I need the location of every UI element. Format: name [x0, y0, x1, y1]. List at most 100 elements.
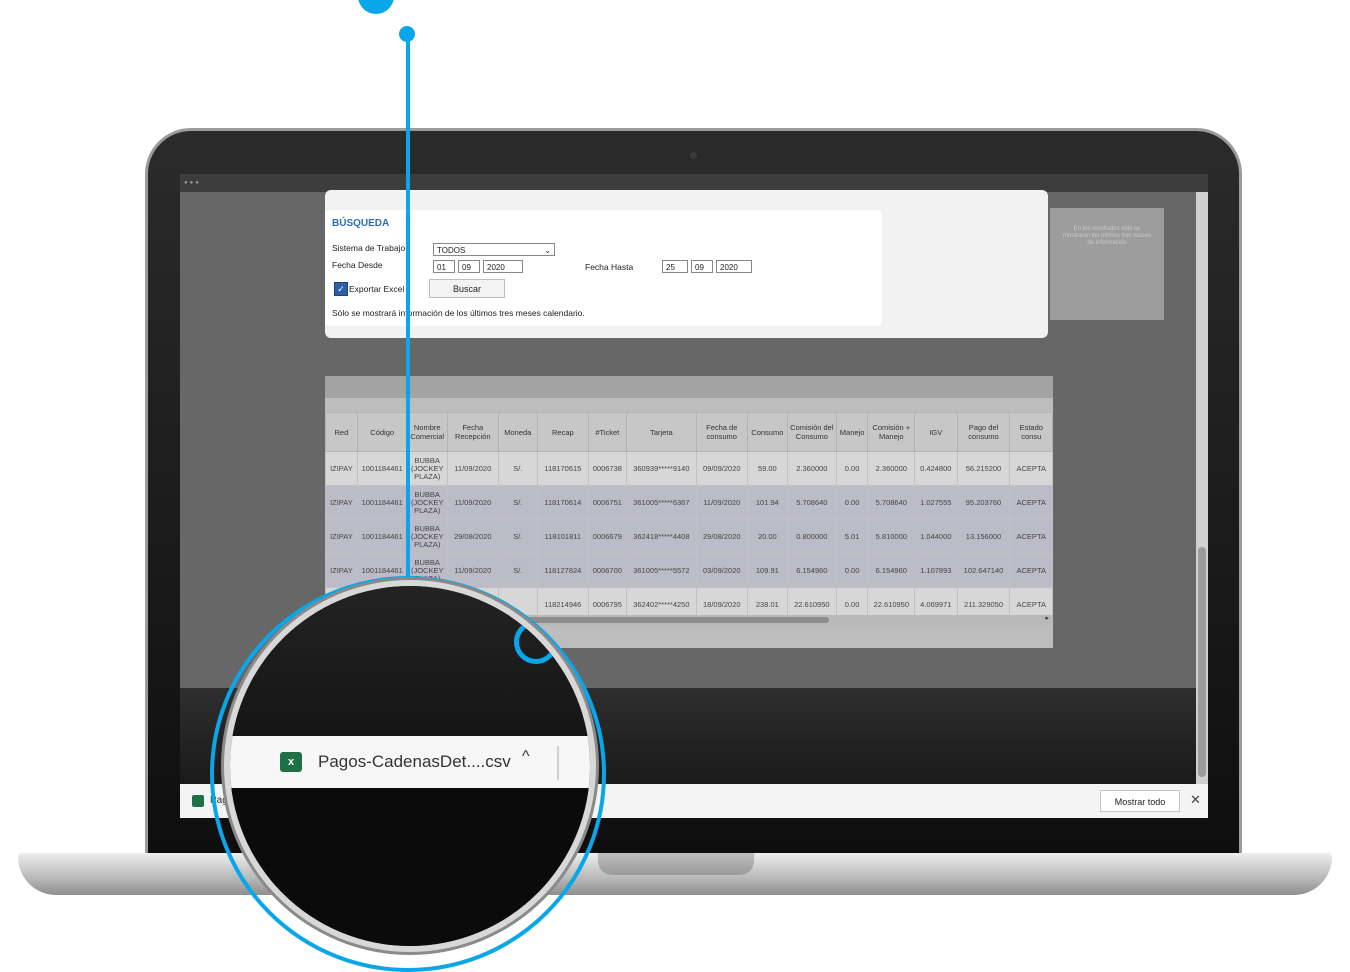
- table-cell: ACEPTA: [1009, 451, 1053, 486]
- table-cell: S/.: [497, 519, 538, 554]
- scroll-right-icon[interactable]: ▸: [1045, 614, 1049, 622]
- col-header[interactable]: Fecha de consumo: [695, 412, 748, 452]
- table-row[interactable]: IZIPAY 1001184461 BUBBA (JOCKEY PLAZA) 11/0…: [325, 451, 1053, 486]
- search-note: Sólo se mostrará información de los últi…: [332, 308, 585, 318]
- table-row[interactable]: IZIPAY 1001184461 BUBBA (JOCKEY PLAZA) 29/0…: [325, 519, 1053, 554]
- table-header-row: Red Código Nombre Comercial Fecha Recepc…: [325, 412, 1053, 452]
- col-header[interactable]: Red: [325, 412, 358, 452]
- table-cell: 118170614: [536, 485, 589, 520]
- col-header[interactable]: Comisión del Consumo: [786, 412, 837, 452]
- table-cell: S/.: [497, 485, 538, 520]
- col-header[interactable]: Código: [356, 412, 408, 452]
- fecha-desde-year[interactable]: 2020: [483, 260, 523, 273]
- col-header[interactable]: Moneda: [497, 412, 538, 452]
- camera-dot: [690, 152, 697, 159]
- mostrar-todo-button[interactable]: Mostrar todo: [1100, 790, 1180, 812]
- fecha-hasta-year[interactable]: 2020: [716, 260, 752, 273]
- search-panel: BÚSQUEDA Sistema de Trabajo TODOS ⌄ Fech…: [325, 190, 1164, 338]
- fecha-desde-day[interactable]: 01: [433, 260, 455, 273]
- table-cell: 118101811: [536, 519, 589, 554]
- table-cell: 13.156000: [956, 519, 1011, 554]
- table-cell: 1001184461: [356, 519, 408, 554]
- col-header[interactable]: Tarjeta: [625, 412, 697, 452]
- table-cell: 0.800000: [786, 519, 837, 554]
- table-cell: 5.01: [835, 519, 869, 554]
- col-header[interactable]: Recap: [536, 412, 589, 452]
- fecha-hasta-day[interactable]: 25: [662, 260, 688, 273]
- table-cell: 0006751: [587, 485, 627, 520]
- table-cell: 102.647140: [956, 553, 1011, 588]
- excel-file-icon: x: [280, 752, 302, 772]
- table-cell: 09/09/2020: [695, 451, 748, 486]
- table-cell: 2.360000: [867, 451, 916, 486]
- table-cell: 0.00: [835, 451, 869, 486]
- table-cell: 20.00: [746, 519, 788, 554]
- col-header[interactable]: Consumo: [746, 412, 788, 452]
- table-cell: 11/09/2020: [446, 451, 499, 486]
- table-cell: BUBBA (JOCKEY PLAZA): [406, 451, 448, 486]
- magnified-blue-shape: [514, 620, 558, 664]
- table-cell: 0006700: [587, 553, 627, 588]
- vertical-scrollbar[interactable]: [1196, 192, 1208, 784]
- excel-file-icon: [192, 795, 204, 807]
- table-cell: 6.154960: [867, 553, 916, 588]
- table-cell: 03/09/2020: [695, 553, 748, 588]
- download-separator: [557, 746, 559, 780]
- table-cell: 118127824: [536, 553, 589, 588]
- scroll-thumb[interactable]: [1198, 547, 1206, 777]
- table-cell: 0.00: [835, 485, 869, 520]
- sistema-select[interactable]: TODOS ⌄: [433, 243, 555, 256]
- table-cell: 11/09/2020: [446, 485, 499, 520]
- col-header[interactable]: IGV: [914, 412, 958, 452]
- table-cell: BUBBA (JOCKEY PLAZA): [406, 485, 448, 520]
- table-cell: 1001184461: [356, 451, 408, 486]
- fecha-desde-month[interactable]: 09: [458, 260, 480, 273]
- col-header[interactable]: #Ticket: [587, 412, 627, 452]
- table-cell: 0006738: [587, 451, 627, 486]
- buscar-button[interactable]: Buscar: [429, 279, 505, 298]
- col-header[interactable]: Manejo: [835, 412, 869, 452]
- table-cell: 2.360000: [786, 451, 837, 486]
- export-excel-label: Exportar Excel: [349, 284, 405, 294]
- table-cell: 361005*****5572: [625, 553, 697, 588]
- table-cell: 56.215200: [956, 451, 1011, 486]
- table-cell: S/.: [497, 553, 538, 588]
- table-cell: 0.00: [835, 553, 869, 588]
- fecha-desde-label: Fecha Desde: [332, 260, 383, 270]
- table-cell: 5.708640: [867, 485, 916, 520]
- table-cell: 109.91: [746, 553, 788, 588]
- table-cell: IZIPAY: [325, 485, 358, 520]
- table-cell: ACEPTA: [1009, 519, 1053, 554]
- callout-top-dot: [358, 0, 394, 14]
- table-cell: 11/09/2020: [695, 485, 748, 520]
- magnifier-lens: x Pagos-CadenasDet....csv ^: [230, 586, 590, 946]
- table-cell: 1.044000: [914, 519, 958, 554]
- table-cell: 5.708640: [786, 485, 837, 520]
- fecha-hasta-month[interactable]: 09: [691, 260, 713, 273]
- search-title: BÚSQUEDA: [332, 218, 390, 229]
- laptop-notch: [598, 853, 754, 875]
- table-cell: 1001184461: [356, 485, 408, 520]
- export-excel-checkbox[interactable]: ✓: [334, 282, 348, 296]
- table-cell: IZIPAY: [325, 553, 358, 588]
- table-cell: 1.027555: [914, 485, 958, 520]
- window-controls-icon: ●●●: [184, 180, 201, 186]
- table-cell: 101.94: [746, 485, 788, 520]
- download-file-name[interactable]: Pagos-CadenasDet....csv: [318, 752, 511, 772]
- table-cell: ACEPTA: [1009, 553, 1053, 588]
- sistema-label: Sistema de Trabajo: [332, 243, 406, 253]
- chevron-up-icon[interactable]: ^: [522, 748, 530, 766]
- col-header[interactable]: Nombre Comercial: [406, 412, 448, 452]
- table-cell: 29/08/2020: [446, 519, 499, 554]
- table-cell: 29/08/2020: [695, 519, 748, 554]
- table-cell: 5.810000: [867, 519, 916, 554]
- col-header[interactable]: Fecha Recepción: [446, 412, 499, 452]
- table-row[interactable]: IZIPAY 1001184461 BUBBA (JOCKEY PLAZA) 11/0…: [325, 485, 1053, 520]
- col-header[interactable]: Estado consu: [1009, 412, 1053, 452]
- close-icon[interactable]: ✕: [1190, 792, 1201, 808]
- col-header[interactable]: Pago del consumo: [956, 412, 1011, 452]
- table-cell: 361005*****6367: [625, 485, 697, 520]
- col-header[interactable]: Comisión + Manejo: [867, 412, 916, 452]
- table-cell: 95.203760: [956, 485, 1011, 520]
- fecha-hasta-label: Fecha Hasta: [585, 262, 634, 272]
